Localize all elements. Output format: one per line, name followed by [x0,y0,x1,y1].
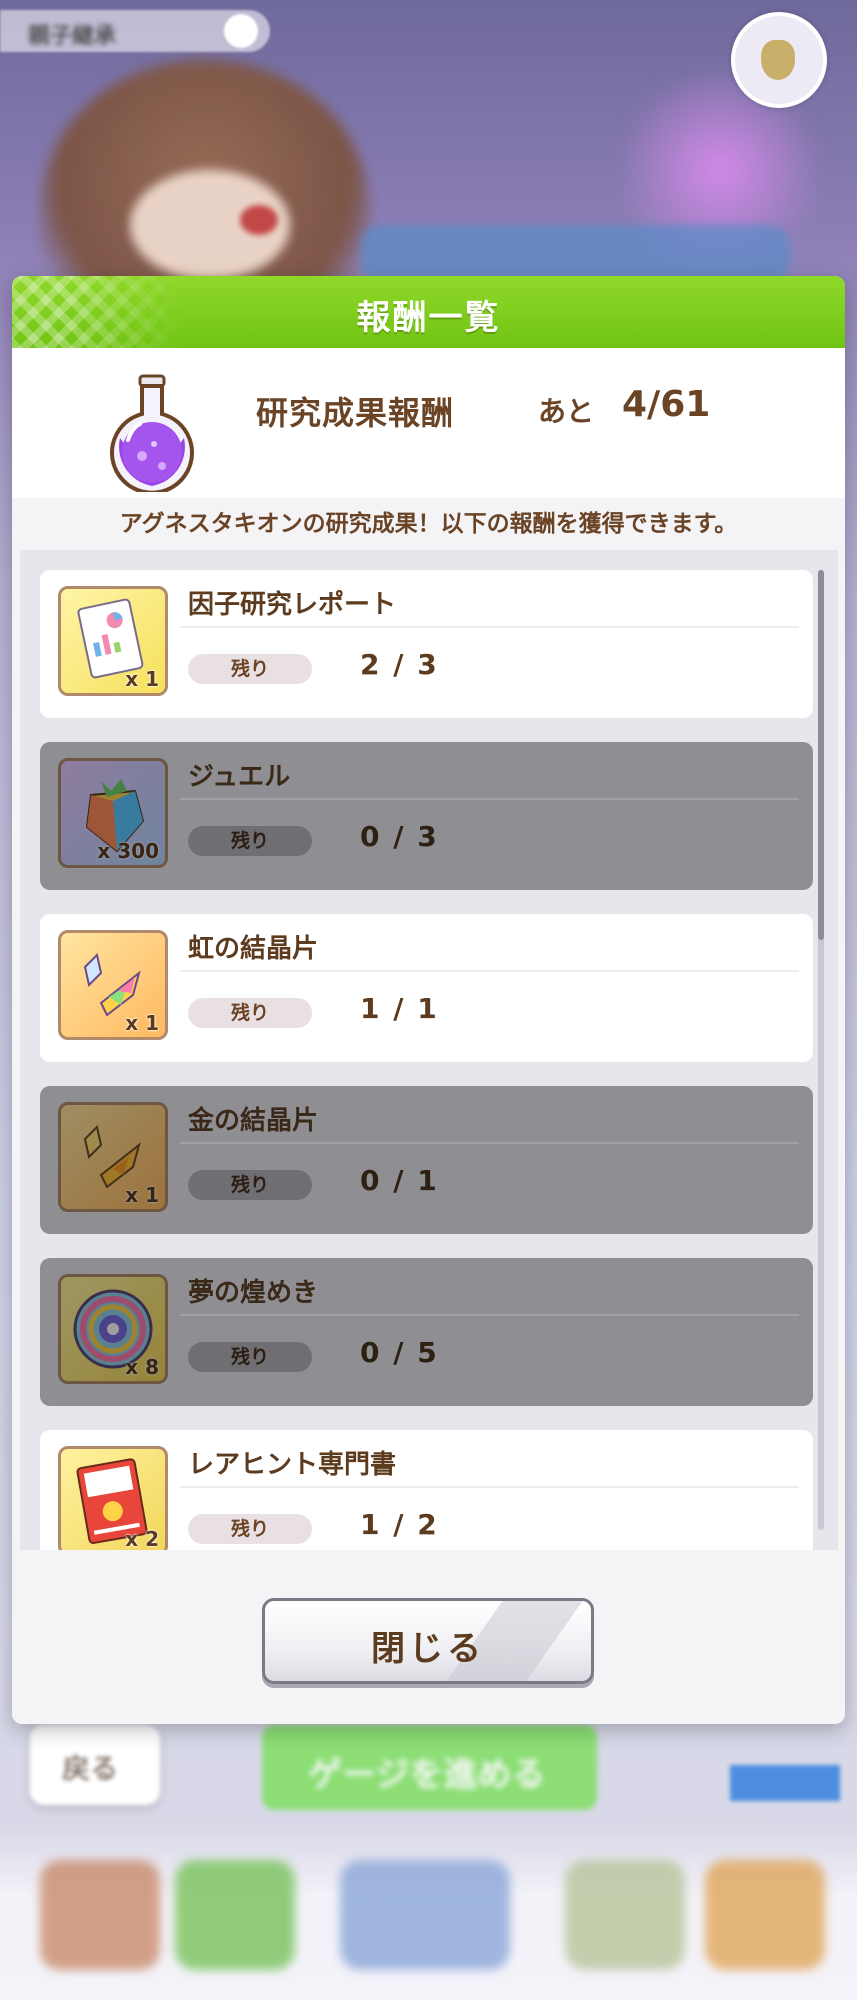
research-summary: 研究成果報酬 あと 4/61 [12,348,845,498]
remaining-count: 0 / 1 [360,1164,439,1197]
back-button-label: 戻る [62,1752,119,1785]
reward-name: 金の結晶片 [188,1106,319,1136]
nav-item-gacha[interactable] [705,1860,825,1970]
remaining-count: 2 / 3 [360,648,439,681]
reward-quantity: x 8 [125,1355,159,1379]
nav-item-race[interactable] [565,1860,685,1970]
rewards-dialog: 報酬一覧 研究成果報酬 あと 4/61 アグネスタキオンの研究成果！以下の報酬を… [12,276,845,1724]
top-status-bar[interactable]: 親子継承 [0,10,270,52]
advance-gauge-label: ゲージを進める [308,1755,546,1795]
reward-item-dream-sparkle: x 8 夢の煌めき 残り 0 / 5 [40,1258,813,1406]
nav-item-character[interactable] [40,1860,160,1970]
back-button[interactable]: 戻る [30,1725,160,1805]
reward-quantity: x 2 [125,1527,159,1550]
remaining-count: 0 / 3 [360,820,439,853]
nav-item-home[interactable] [340,1860,510,1970]
reward-item-research-report: x 1 因子研究レポート 残り 2 / 3 [40,570,813,718]
info-icon[interactable] [224,14,258,48]
top-status-label: 親子継承 [28,24,117,49]
reward-quantity: x 1 [125,1183,159,1207]
remaining-tag: 残り [188,1170,312,1200]
reward-item-rainbow-crystal: x 1 虹の結晶片 残り 1 / 1 [40,914,813,1062]
bottom-navigation [0,1830,857,2000]
reward-description: アグネスタキオンの研究成果！以下の報酬を獲得できます。 [119,511,738,537]
remaining-count: 1 / 2 [360,1508,439,1541]
character-eye [240,205,278,235]
remaining-tag: 残り [188,826,312,856]
close-button-label: 閉じる [371,1629,485,1669]
lab-sign [360,225,790,281]
nav-item-story[interactable] [175,1860,295,1970]
summary-remaining-label: あと [538,395,595,428]
divider [180,970,799,972]
remaining-count: 1 / 1 [360,992,439,1025]
remaining-count: 0 / 5 [360,1336,439,1369]
remaining-tag: 残り [188,1342,312,1372]
summary-remaining-value: 4/61 [622,384,711,425]
purple-flask-icon [110,374,194,492]
reward-name: ジュエル [188,762,291,792]
dialog-header: 報酬一覧 [12,276,845,348]
reward-name: 夢の煌めき [188,1278,319,1308]
reward-item-gold-crystal: x 1 金の結晶片 残り 0 / 1 [40,1086,813,1234]
reward-item-jewel: x 300 ジュエル 残り 0 / 3 [40,742,813,890]
reward-item-rare-hint-book: x 2 レアヒント専門書 残り 1 / 2 [40,1430,813,1550]
reward-name: 因子研究レポート [188,590,397,620]
summary-title: 研究成果報酬 [256,394,455,432]
remaining-tag: 残り [188,1514,312,1544]
divider [180,626,799,628]
scrollbar-thumb[interactable] [818,570,824,940]
rare-hint-book-icon: x 2 [58,1446,168,1550]
divider [180,1142,799,1144]
rainbow-crystal-icon: x 1 [58,930,168,1040]
reward-list[interactable]: x 1 因子研究レポート 残り 2 / 3 x 300 ジュエル 残り 0 / … [20,550,838,1550]
dream-sparkle-icon: x 8 [58,1274,168,1384]
trophy-icon[interactable] [731,12,827,108]
divider [180,1314,799,1316]
remaining-tag: 残り [188,654,312,684]
jewel-icon: x 300 [58,758,168,868]
research-report-icon: x 1 [58,586,168,696]
advance-gauge-button[interactable]: ゲージを進める [262,1725,597,1810]
dialog-title: 報酬一覧 [356,298,501,338]
reward-quantity: x 1 [125,667,159,691]
gold-crystal-icon: x 1 [58,1102,168,1212]
divider [180,798,799,800]
reward-quantity: x 300 [97,839,159,863]
close-button[interactable]: 閉じる [262,1598,594,1684]
divider [180,1486,799,1488]
reward-name: 虹の結晶片 [188,934,319,964]
remaining-tag: 残り [188,998,312,1028]
reward-name: レアヒント専門書 [188,1450,397,1480]
side-badge [730,1765,840,1801]
reward-quantity: x 1 [125,1011,159,1035]
